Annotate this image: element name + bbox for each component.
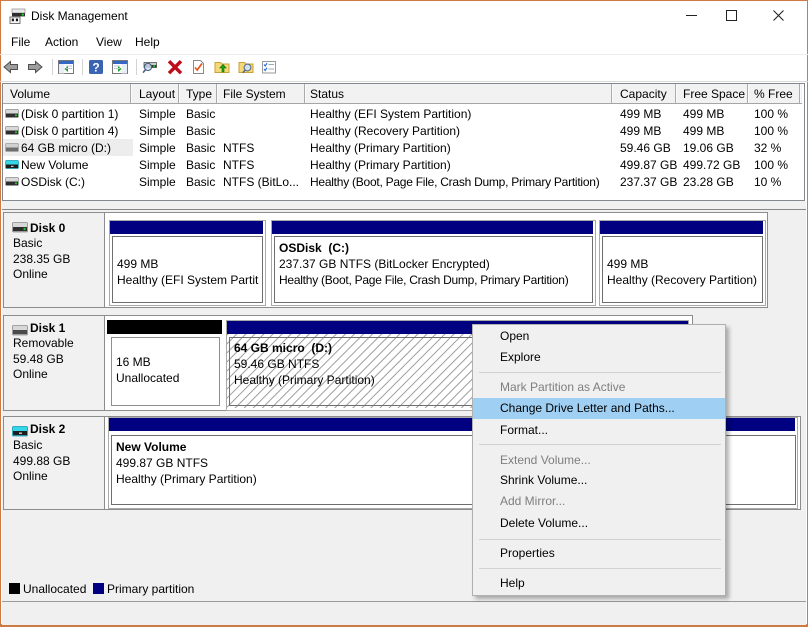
svg-text:?: ? [92, 61, 99, 75]
